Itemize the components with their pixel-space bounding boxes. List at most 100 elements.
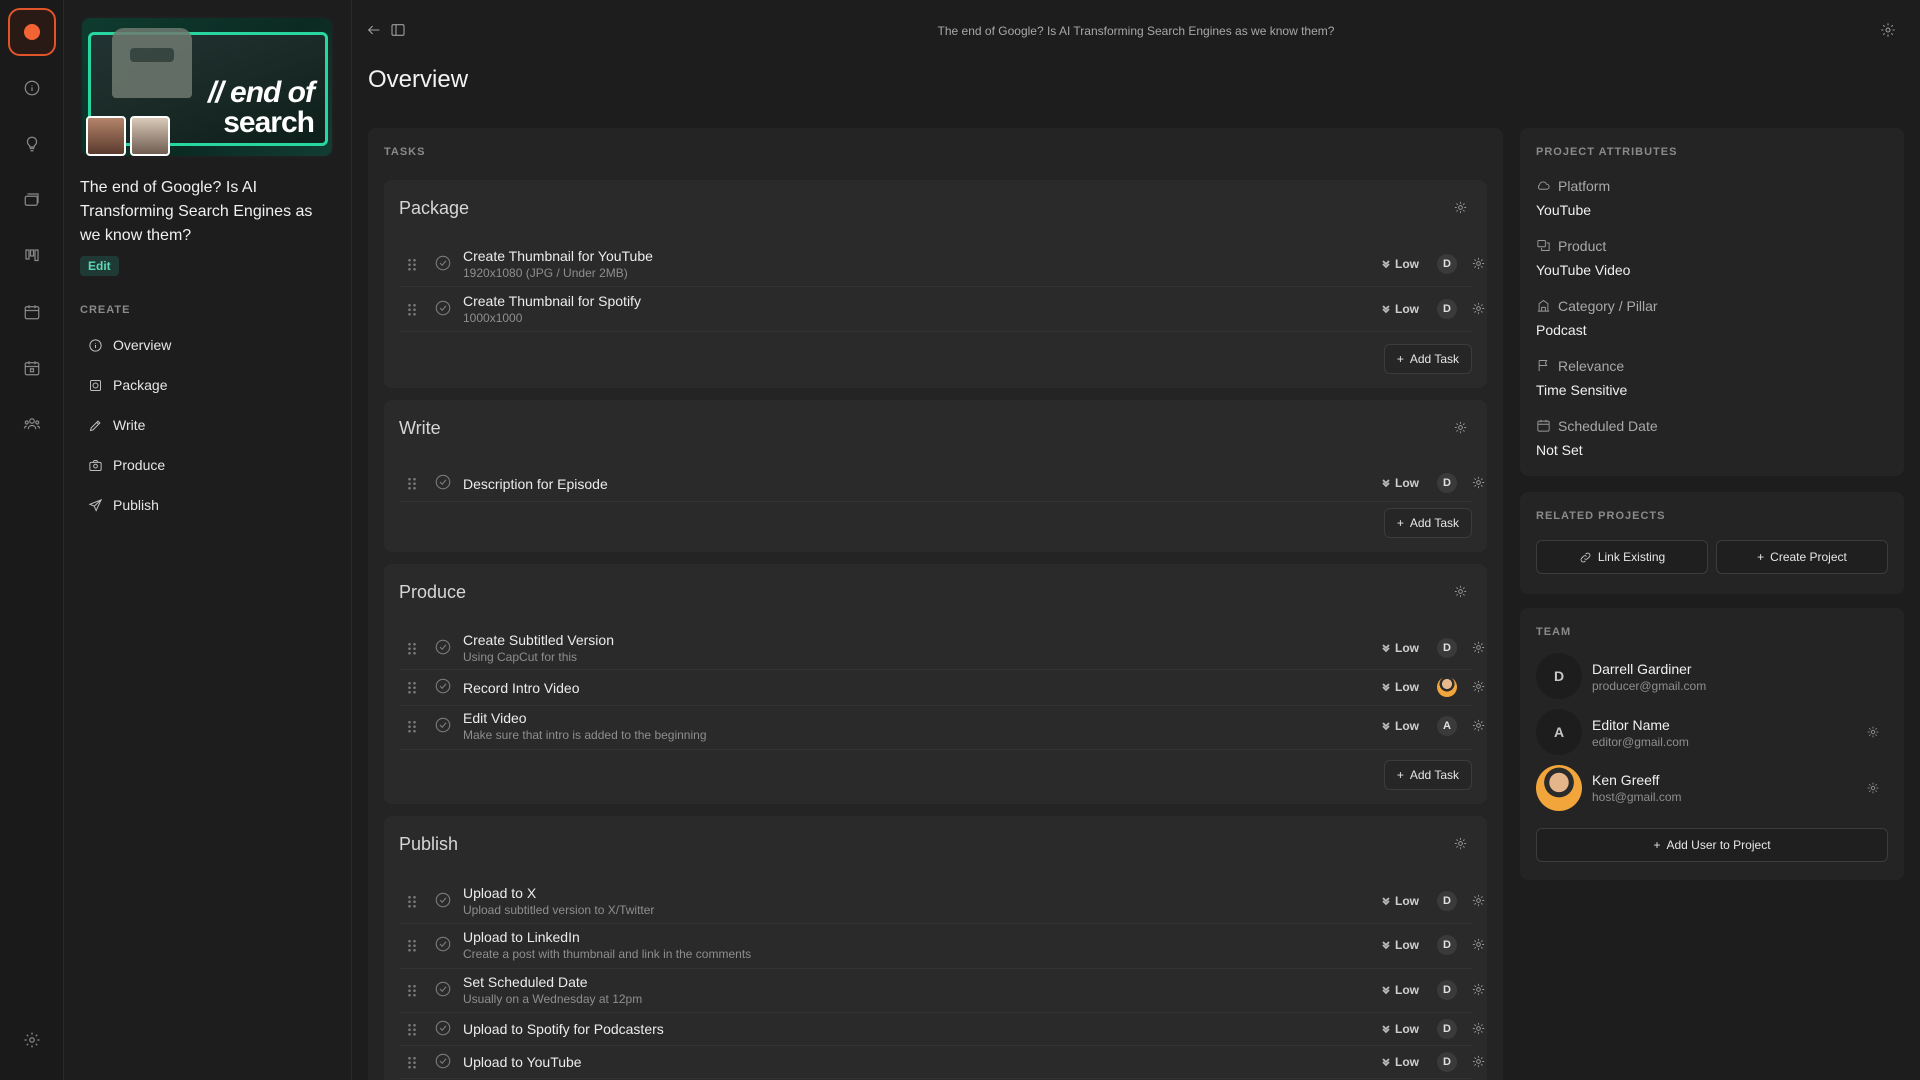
add-task-button[interactable]: + Add Task [1383,508,1472,538]
calendar-day-icon[interactable] [22,358,42,378]
check-circle-icon[interactable] [434,638,452,656]
project-thumbnail[interactable]: // end of search [80,16,334,158]
member-avatar[interactable]: D [1536,653,1582,699]
calendar-icon[interactable] [22,302,42,322]
check-circle-icon[interactable] [434,254,452,272]
back-arrow-icon[interactable] [366,22,382,38]
add-task-button[interactable]: + Add Task [1383,344,1472,374]
group-settings-icon[interactable] [1453,584,1469,600]
assignee-avatar[interactable] [1437,677,1457,697]
drag-handle-icon[interactable] [407,642,417,656]
priority-selector[interactable]: Low [1381,680,1419,694]
priority-selector[interactable]: Low [1381,641,1419,655]
assignee-avatar[interactable]: D [1437,473,1457,493]
priority-selector[interactable]: Low [1381,983,1419,997]
assignee-avatar[interactable]: D [1437,254,1457,274]
nav-produce[interactable]: Produce [88,452,165,478]
check-circle-icon[interactable] [434,1052,452,1070]
nav-publish[interactable]: Publish [88,492,159,518]
team-icon[interactable] [22,414,42,434]
task-settings-icon[interactable] [1471,1021,1487,1037]
task-settings-icon[interactable] [1471,1054,1487,1070]
task-settings-icon[interactable] [1471,982,1487,998]
task-settings-icon[interactable] [1471,679,1487,695]
task-row[interactable]: Set Scheduled Date Usually on a Wednesda… [399,969,1485,1013]
attribute-value[interactable]: YouTube Video [1536,262,1630,278]
folders-icon[interactable] [22,190,42,210]
priority-selector[interactable]: Low [1381,719,1419,733]
drag-handle-icon[interactable] [407,303,417,317]
assignee-avatar[interactable]: D [1437,638,1457,658]
member-avatar[interactable]: A [1536,709,1582,755]
check-circle-icon[interactable] [434,1019,452,1037]
add-task-button[interactable]: + Add Task [1383,760,1472,790]
attribute-value[interactable]: YouTube [1536,202,1591,218]
priority-selector[interactable]: Low [1381,938,1419,952]
check-circle-icon[interactable] [434,716,452,734]
member-settings-icon[interactable] [1866,725,1882,741]
link-existing-button[interactable]: Link Existing [1536,540,1708,574]
attribute-value[interactable]: Podcast [1536,322,1587,338]
app-logo[interactable] [8,8,56,56]
check-circle-icon[interactable] [434,935,452,953]
assignee-avatar[interactable]: D [1437,980,1457,1000]
add-user-button[interactable]: + Add User to Project [1536,828,1888,862]
drag-handle-icon[interactable] [407,1023,417,1037]
create-project-button[interactable]: + Create Project [1716,540,1888,574]
task-settings-icon[interactable] [1471,718,1487,734]
task-row[interactable]: Upload to YouTube Low D [399,1046,1485,1079]
toggle-sidebar-icon[interactable] [390,22,406,38]
priority-selector[interactable]: Low [1381,257,1419,271]
drag-handle-icon[interactable] [407,984,417,998]
edit-button[interactable]: Edit [80,256,119,276]
info-icon[interactable] [22,78,42,98]
header-settings-icon[interactable] [1880,22,1896,38]
task-settings-icon[interactable] [1471,475,1487,491]
task-row[interactable]: Create Thumbnail for Spotify 1000x1000 L… [399,287,1485,332]
assignee-avatar[interactable]: D [1437,299,1457,319]
task-row[interactable]: Create Subtitled Version Using CapCut fo… [399,628,1485,670]
member-settings-icon[interactable] [1866,781,1882,797]
nav-write[interactable]: Write [88,412,145,438]
group-settings-icon[interactable] [1453,836,1469,852]
task-row[interactable]: Record Intro Video Low [399,670,1485,706]
task-settings-icon[interactable] [1471,937,1487,953]
check-circle-icon[interactable] [434,891,452,909]
assignee-avatar[interactable]: A [1437,716,1457,736]
priority-selector[interactable]: Low [1381,1022,1419,1036]
nav-overview[interactable]: Overview [88,332,171,358]
task-row[interactable]: Description for Episode Low D [399,466,1485,502]
group-settings-icon[interactable] [1453,200,1469,216]
check-circle-icon[interactable] [434,980,452,998]
task-settings-icon[interactable] [1471,301,1487,317]
group-settings-icon[interactable] [1453,420,1469,436]
task-row[interactable]: Edit Video Make sure that intro is added… [399,706,1485,750]
task-settings-icon[interactable] [1471,256,1487,272]
drag-handle-icon[interactable] [407,1056,417,1070]
lightbulb-icon[interactable] [22,134,42,154]
drag-handle-icon[interactable] [407,477,417,491]
member-avatar[interactable] [1536,765,1582,811]
attribute-value[interactable]: Time Sensitive [1536,382,1627,398]
nav-package[interactable]: Package [88,372,167,398]
priority-selector[interactable]: Low [1381,302,1419,316]
assignee-avatar[interactable]: D [1437,935,1457,955]
task-row[interactable]: Create Thumbnail for YouTube 1920x1080 (… [399,242,1485,287]
priority-selector[interactable]: Low [1381,894,1419,908]
task-row[interactable]: Upload to X Upload subtitled version to … [399,880,1485,924]
assignee-avatar[interactable]: D [1437,1019,1457,1039]
check-circle-icon[interactable] [434,299,452,317]
task-settings-icon[interactable] [1471,640,1487,656]
task-row[interactable]: Upload to Spotify for Podcasters Low D [399,1013,1485,1046]
check-circle-icon[interactable] [434,473,452,491]
drag-handle-icon[interactable] [407,720,417,734]
check-circle-icon[interactable] [434,677,452,695]
assignee-avatar[interactable]: D [1437,1052,1457,1072]
priority-selector[interactable]: Low [1381,476,1419,490]
drag-handle-icon[interactable] [407,258,417,272]
kanban-icon[interactable] [22,246,42,266]
settings-icon[interactable] [22,1030,42,1050]
task-settings-icon[interactable] [1471,893,1487,909]
task-row[interactable]: Upload to LinkedIn Create a post with th… [399,924,1485,969]
drag-handle-icon[interactable] [407,895,417,909]
